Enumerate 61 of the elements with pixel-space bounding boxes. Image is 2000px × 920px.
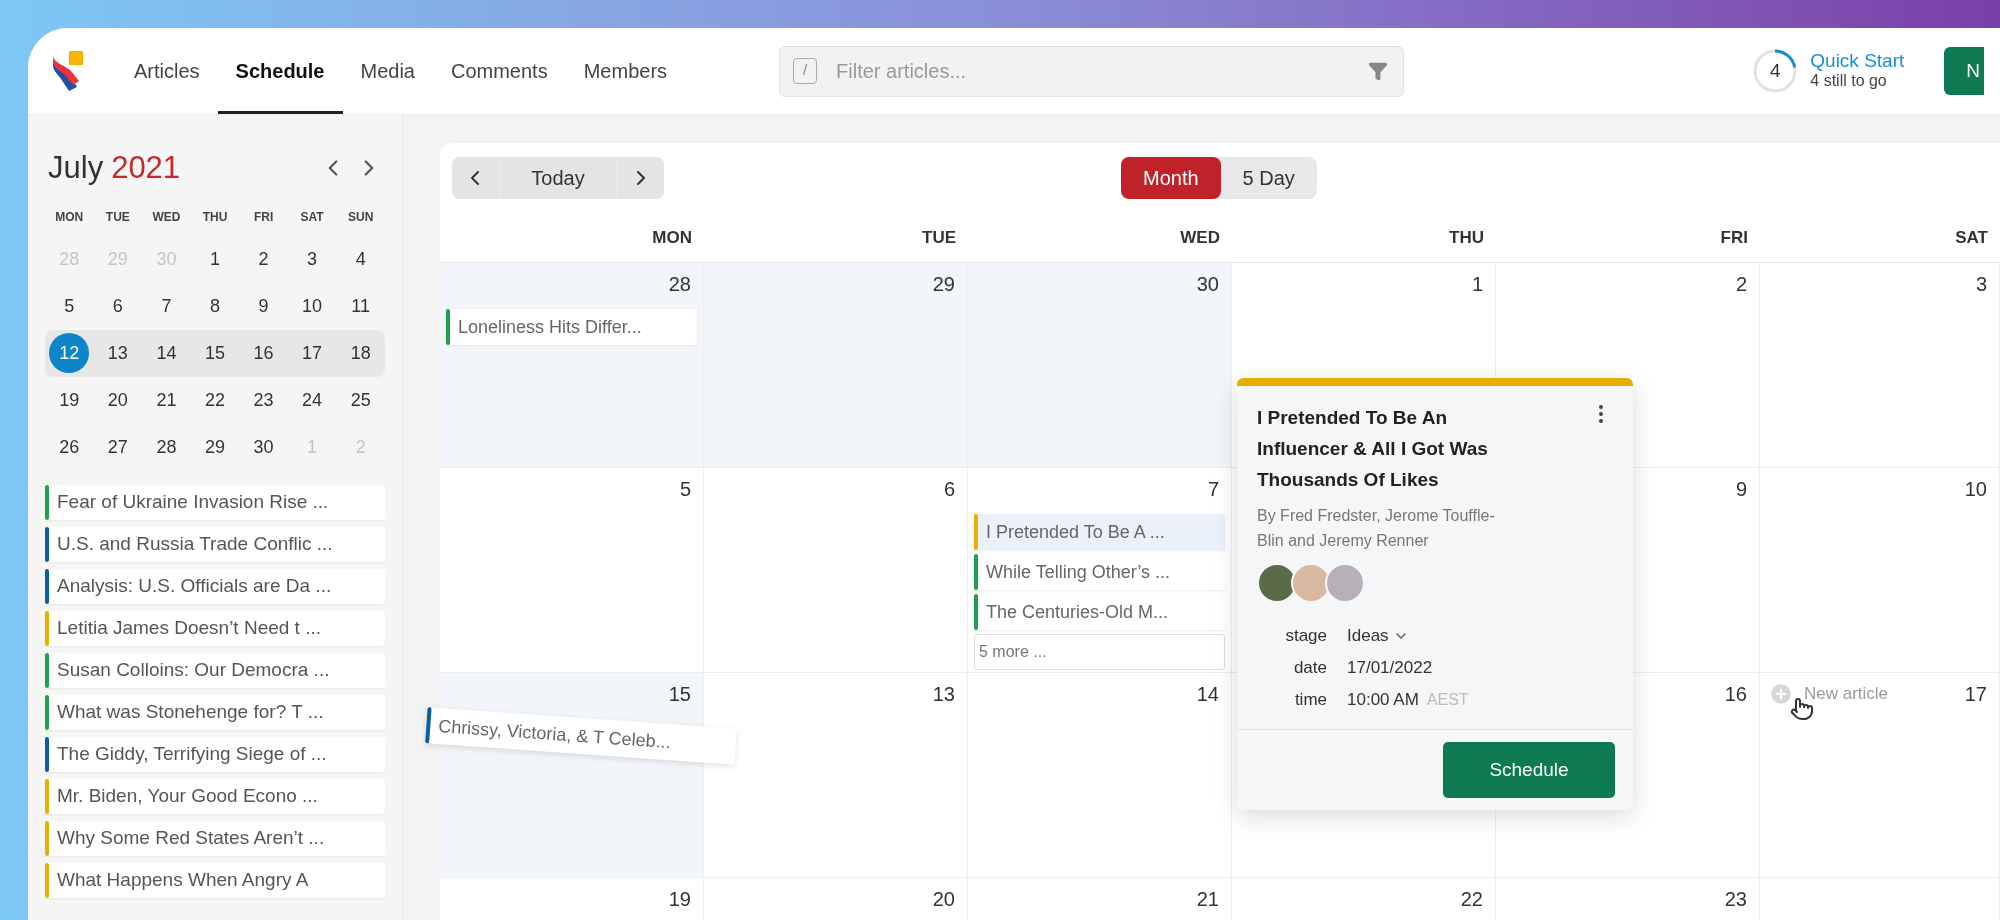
event-title: While Telling Other’s ... [986, 560, 1171, 584]
day-number: 14 [1196, 682, 1219, 707]
article-title: Mr. Biden, Your Good Econo ... [57, 783, 318, 808]
step-count: 4 [1769, 58, 1782, 83]
event-title: Loneliness Hits Differ... [458, 315, 642, 339]
day-number: 3 [1975, 272, 1987, 297]
weekday-label: TUE [104, 208, 131, 226]
weekday-header: FRI [1720, 226, 1748, 249]
article-title: The Giddy, Terrifying Siege of ... [57, 741, 327, 766]
article-title: What was Stonehenge for? T ... [57, 699, 324, 724]
day-number: 19 [668, 887, 691, 912]
day-number: 13 [932, 682, 955, 707]
event-title: I Pretended To Be A ... [986, 520, 1165, 544]
field-value: 10:00 AM [1347, 689, 1419, 712]
weekday-label: FRI [252, 208, 275, 226]
weekday-label: THU [201, 208, 229, 226]
quick-start-subtitle: 4 still to go [1810, 71, 1888, 91]
day-number: 10 [1964, 477, 1987, 502]
shortcut-key: / [793, 57, 818, 84]
day-number: 28 [668, 272, 691, 297]
event-title: Chrissy, Victoria, & T Celeb... [437, 714, 672, 754]
field-label: date [1292, 657, 1327, 680]
day-number: 17 [1964, 682, 1987, 707]
day-number: 6 [943, 477, 955, 502]
day-number: 29 [932, 272, 955, 297]
day-number: 7 [1207, 477, 1219, 502]
article-title: Letitia James Doesn’t Need t ... [57, 615, 321, 640]
article-title: What Happens When Angry A [57, 867, 309, 892]
article-title: Why Some Red States Aren’t ... [57, 825, 325, 850]
article-title: U.S. and Russia Trade Conflic ... [57, 531, 333, 556]
article-title: Fear of Ukraine Invasion Rise ... [57, 489, 329, 514]
weekday-header: SAT [1955, 226, 1988, 249]
weekday-label: WED [151, 208, 182, 226]
day-number: 9 [1735, 477, 1747, 502]
weekday-header: TUE [922, 226, 956, 249]
weekday-header: WED [1180, 226, 1220, 249]
day-number: 20 [932, 887, 955, 912]
month-label: July [48, 149, 104, 187]
article-title: Susan Colloins: Our Democra ... [57, 657, 330, 682]
day-number: 23 [1724, 887, 1747, 912]
day-number: 1 [1471, 272, 1483, 297]
field-label: stage [1284, 625, 1327, 648]
year-label: 2021 [111, 149, 181, 187]
weekday-label: SAT [299, 208, 325, 226]
byline: By Fred Fredster, Jerome Touffle-Blin and Jeremy Renner [1257, 506, 1496, 551]
field-label: time [1293, 689, 1327, 712]
timezone-label: AEST [1426, 690, 1469, 710]
day-number: 21 [1196, 887, 1219, 912]
weekday-label: SUN [347, 208, 375, 226]
article-title: Analysis: U.S. Officials are Da ... [57, 573, 332, 598]
day-number: 22 [1460, 887, 1483, 912]
day-number: 16 [1724, 682, 1747, 707]
day-number: 30 [1196, 272, 1219, 297]
day-number: 15 [668, 682, 691, 707]
weekday-label: MON [54, 208, 85, 226]
day-number: 5 [679, 477, 691, 502]
day-number: 2 [1735, 272, 1747, 297]
weekday-header: THU [1449, 226, 1484, 249]
weekday-header: MON [652, 226, 692, 249]
event-title: The Centuries-Old M... [986, 600, 1169, 624]
field-value: 17/01/2022 [1347, 657, 1433, 680]
